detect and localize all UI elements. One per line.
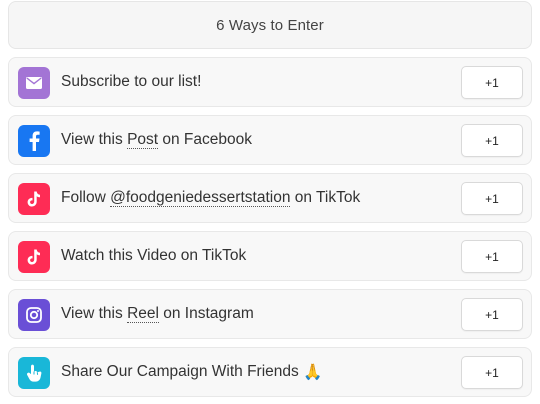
share-hand-icon [18, 357, 50, 389]
praying-hands-emoji: 🙏 [303, 363, 323, 381]
entry-methods: 6 Ways to Enter Subscribe to our list! +… [0, 0, 540, 404]
entry-subscribe[interactable]: Subscribe to our list! +1 [8, 57, 532, 107]
entry-points-button[interactable]: +1 [461, 182, 523, 215]
entry-tiktok-video[interactable]: Watch this Video on TikTok +1 [8, 231, 532, 281]
instagram-icon [18, 299, 50, 331]
entry-points-button[interactable]: +1 [461, 298, 523, 331]
tiktok-account-link[interactable]: @foodgeniedessertstation [110, 189, 291, 208]
entry-points-button[interactable]: +1 [461, 240, 523, 273]
post-link[interactable]: Post [127, 131, 159, 150]
reel-link[interactable]: Reel [127, 305, 159, 324]
entry-points-button[interactable]: +1 [461, 66, 523, 99]
entry-label: Share Our Campaign With Friends 🙏 [61, 363, 323, 381]
entry-tiktok-follow[interactable]: Follow @foodgeniedessertstation on TikTo… [8, 173, 532, 223]
entry-points-button[interactable]: +1 [461, 356, 523, 389]
mail-icon [18, 67, 50, 99]
entry-facebook-post[interactable]: View this Post on Facebook +1 [8, 115, 532, 165]
header-title: 6 Ways to Enter [216, 16, 324, 34]
entry-instagram-reel[interactable]: View this Reel on Instagram +1 [8, 289, 532, 339]
entry-label: Follow @foodgeniedessertstation on TikTo… [61, 188, 361, 208]
ways-to-enter-header: 6 Ways to Enter [8, 1, 532, 49]
entry-label: View this Post on Facebook [61, 130, 253, 150]
entry-points-button[interactable]: +1 [461, 124, 523, 157]
entry-label: View this Reel on Instagram [61, 304, 254, 324]
entry-label: Subscribe to our list! [61, 73, 202, 90]
tiktok-icon [18, 183, 50, 215]
tiktok-icon [18, 241, 50, 273]
facebook-icon [18, 125, 50, 157]
entry-share-campaign[interactable]: Share Our Campaign With Friends 🙏 +1 [8, 347, 532, 397]
entry-label: Watch this Video on TikTok [61, 247, 247, 264]
